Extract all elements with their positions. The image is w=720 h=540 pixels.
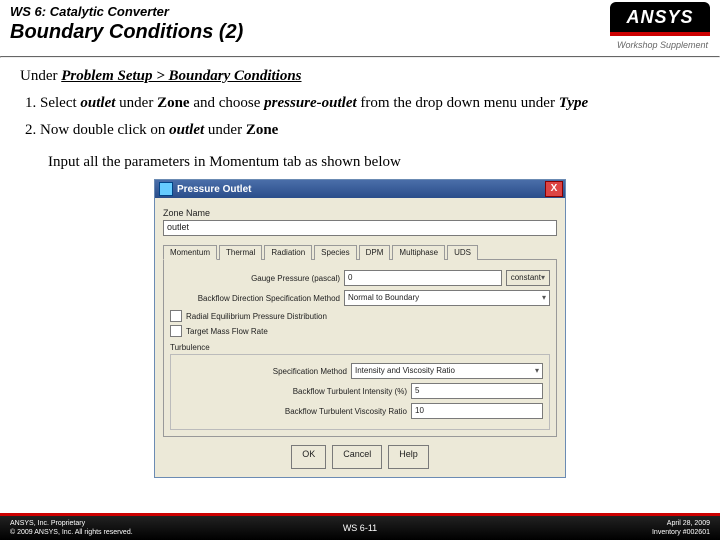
tab-radiation[interactable]: Radiation	[264, 245, 312, 260]
footer-proprietary: ANSYS, Inc. Proprietary	[10, 520, 85, 527]
turb-viscosity-row: Backflow Turbulent Viscosity Ratio 10	[177, 403, 543, 419]
radial-eq-label: Radial Equilibrium Pressure Distribution	[186, 312, 327, 321]
turbulence-panel: Specification Method Intensity and Visco…	[170, 354, 550, 430]
dialog-titlebar[interactable]: Pressure Outlet X	[155, 180, 565, 198]
footer-left: ANSYS, Inc. Proprietary © 2009 ANSYS, In…	[10, 519, 243, 537]
close-icon[interactable]: X	[545, 181, 563, 197]
header: WS 6: Catalytic Converter Boundary Condi…	[0, 0, 720, 56]
turb-intensity-label: Backflow Turbulent Intensity (%)	[177, 387, 407, 396]
gauge-pressure-input[interactable]: 0	[344, 270, 502, 286]
turbulence-label: Turbulence	[170, 343, 550, 352]
tab-momentum[interactable]: Momentum	[163, 245, 217, 260]
gauge-pressure-label: Gauge Pressure (pascal)	[170, 274, 340, 283]
tab-uds[interactable]: UDS	[447, 245, 478, 260]
turb-viscosity-input[interactable]: 10	[411, 403, 543, 419]
checkbox-icon	[170, 310, 182, 322]
footer-date: April 28, 2009	[667, 520, 710, 527]
step-1: Select outlet under Zone and choose pres…	[40, 95, 700, 112]
footer: ANSYS, Inc. Proprietary © 2009 ANSYS, In…	[0, 516, 720, 540]
turb-viscosity-label: Backflow Turbulent Viscosity Ratio	[177, 407, 407, 416]
tab-thermal[interactable]: Thermal	[219, 245, 262, 260]
lead-prefix: Under	[20, 68, 61, 84]
tab-multiphase[interactable]: Multiphase	[392, 245, 445, 260]
footer-copyright: © 2009 ANSYS, Inc. All rights reserved.	[10, 529, 133, 536]
backflow-dir-label: Backflow Direction Specification Method	[170, 294, 340, 303]
gauge-pressure-row: Gauge Pressure (pascal) 0 constant	[170, 270, 550, 286]
ansys-logo: ANSYS	[610, 2, 710, 32]
instruction-list: Select outlet under Zone and choose pres…	[20, 95, 700, 139]
dialog-body: Zone Name outlet Momentum Thermal Radiat…	[155, 198, 565, 477]
momentum-panel: Gauge Pressure (pascal) 0 constant Backf…	[163, 260, 557, 437]
zone-name-input[interactable]: outlet	[163, 220, 557, 236]
radial-eq-checkbox[interactable]: Radial Equilibrium Pressure Distribution	[170, 310, 550, 322]
gauge-pressure-unit-dropdown[interactable]: constant	[506, 270, 550, 286]
backflow-dir-row: Backflow Direction Specification Method …	[170, 290, 550, 306]
after-list-text: Input all the parameters in Momentum tab…	[48, 154, 700, 171]
button-bar: OK Cancel Help	[163, 445, 557, 469]
footer-inventory: Inventory #002601	[652, 529, 710, 536]
tab-dpm[interactable]: DPM	[359, 245, 391, 260]
lead-line: Under Problem Setup > Boundary Condition…	[20, 68, 700, 85]
checkbox-icon	[170, 325, 182, 337]
spec-method-label: Specification Method	[177, 367, 347, 376]
step-2: Now double click on outlet under Zone	[40, 122, 700, 139]
zone-name-label: Zone Name	[163, 208, 557, 218]
workshop-supplement-label: Workshop Supplement	[617, 40, 708, 50]
content: Under Problem Setup > Boundary Condition…	[0, 58, 720, 478]
spec-method-row: Specification Method Intensity and Visco…	[177, 363, 543, 379]
target-mass-checkbox[interactable]: Target Mass Flow Rate	[170, 325, 550, 337]
spec-method-dropdown[interactable]: Intensity and Viscosity Ratio	[351, 363, 543, 379]
turb-intensity-input[interactable]: 5	[411, 383, 543, 399]
cancel-button[interactable]: Cancel	[332, 445, 382, 469]
dialog-title: Pressure Outlet	[177, 184, 251, 195]
lead-path: Problem Setup > Boundary Conditions	[61, 68, 301, 84]
tab-species[interactable]: Species	[314, 245, 356, 260]
footer-page-number: WS 6-11	[243, 523, 476, 533]
tab-bar: Momentum Thermal Radiation Species DPM M…	[163, 244, 557, 260]
pressure-outlet-dialog: Pressure Outlet X Zone Name outlet Momen…	[154, 179, 566, 478]
help-button[interactable]: Help	[388, 445, 429, 469]
turb-intensity-row: Backflow Turbulent Intensity (%) 5	[177, 383, 543, 399]
target-mass-label: Target Mass Flow Rate	[186, 327, 268, 336]
app-icon	[159, 182, 173, 196]
ok-button[interactable]: OK	[291, 445, 326, 469]
backflow-dir-dropdown[interactable]: Normal to Boundary	[344, 290, 550, 306]
footer-right: April 28, 2009 Inventory #002601	[477, 519, 710, 537]
